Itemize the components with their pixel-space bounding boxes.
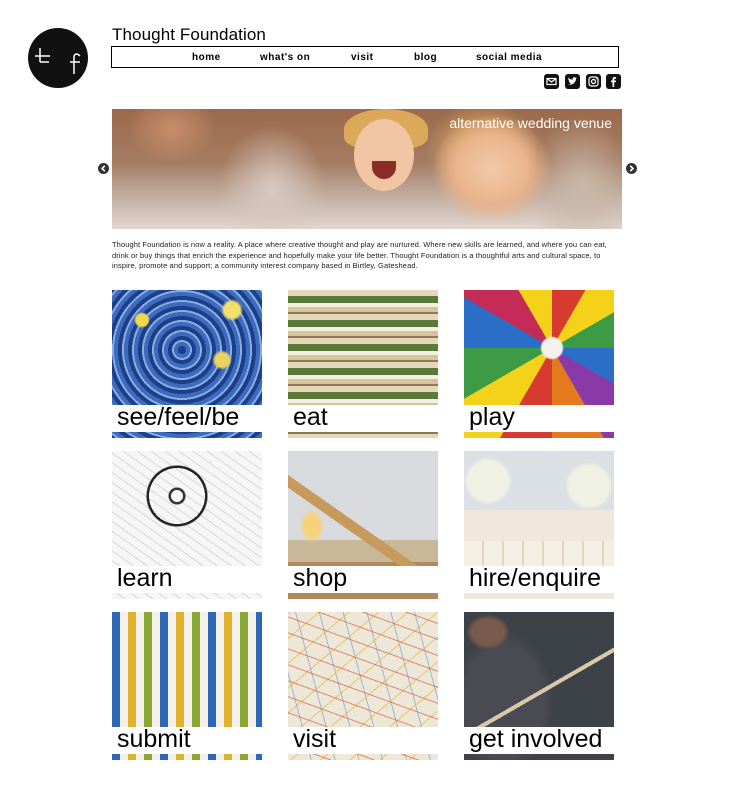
tile-get-involved[interactable]: get involved (464, 612, 614, 760)
tile-label: submit (117, 725, 191, 753)
nav-social-media[interactable]: social media (476, 52, 542, 63)
slide-image-face (354, 119, 414, 191)
site-title[interactable]: Thought Foundation (112, 25, 266, 45)
tile-label: hire/enquire (469, 564, 602, 592)
slider-next-arrow[interactable] (626, 163, 637, 174)
tile-label: play (469, 403, 515, 431)
tile-learn[interactable]: learn (112, 451, 262, 599)
tile-hire-enquire[interactable]: hire/enquire (464, 451, 614, 599)
site-logo[interactable] (28, 28, 88, 88)
email-icon[interactable] (544, 74, 559, 89)
facebook-icon[interactable] (606, 74, 621, 89)
tile-label: shop (293, 564, 348, 592)
tile-label: learn (117, 564, 173, 592)
tile-label: see/feel/be (117, 403, 240, 431)
intro-paragraph: Thought Foundation is now a reality. A p… (112, 240, 607, 271)
nav-home[interactable]: home (192, 52, 221, 63)
slider-prev-arrow[interactable] (98, 163, 109, 174)
tile-label: get involved (469, 725, 603, 753)
nav-blog[interactable]: blog (414, 52, 437, 63)
tile-visit[interactable]: visit (288, 612, 438, 760)
nav-whats-on[interactable]: what's on (260, 52, 310, 63)
twitter-icon[interactable] (565, 74, 580, 89)
tile-see-feel-be[interactable]: see/feel/be (112, 290, 262, 438)
instagram-icon[interactable] (586, 74, 601, 89)
tile-label: visit (293, 725, 337, 753)
tile-submit[interactable]: submit (112, 612, 262, 760)
hero-slider[interactable]: alternative wedding venue (112, 109, 622, 229)
tile-shop[interactable]: shop (288, 451, 438, 599)
slide-caption: alternative wedding venue (449, 115, 612, 131)
main-nav: home what's on visit blog social media (111, 46, 619, 68)
tile-eat[interactable]: eat (288, 290, 438, 438)
tile-label: eat (293, 403, 328, 431)
tile-play[interactable]: play (464, 290, 614, 438)
nav-visit[interactable]: visit (351, 52, 374, 63)
